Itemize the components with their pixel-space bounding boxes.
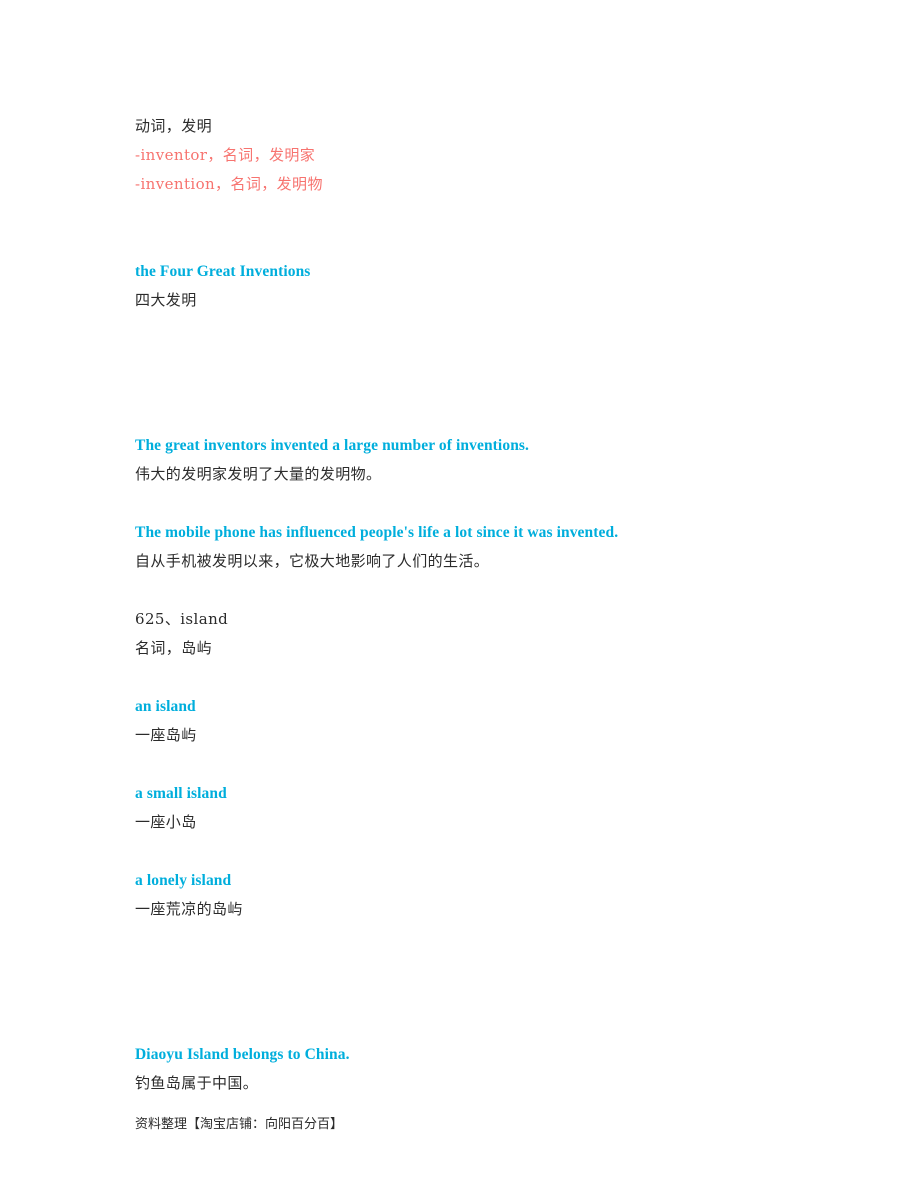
sentence-en-mobile-phone: The mobile phone has influenced people's… bbox=[135, 524, 619, 541]
phrase-en-four-great-inventions: the Four Great Inventions bbox=[135, 263, 311, 280]
part-of-speech-line: 动词，发明 bbox=[135, 117, 213, 135]
document-page: 动词，发明 -inventor，名词，发明家 -invention，名词，发明物… bbox=[0, 0, 920, 1191]
sentence-en-great-inventors: The great inventors invented a large num… bbox=[135, 437, 530, 454]
part-of-speech-line-island: 名词，岛屿 bbox=[135, 639, 213, 657]
phrase-cn-an-island: 一座岛屿 bbox=[135, 726, 197, 744]
page-footer-credit: 资料整理【淘宝店铺：向阳百分百】 bbox=[135, 1117, 344, 1132]
derivative-invention: -invention，名词，发明物 bbox=[135, 175, 323, 193]
headword-island: 625、island bbox=[135, 610, 229, 628]
sentence-cn-great-inventors: 伟大的发明家发明了大量的发明物。 bbox=[135, 465, 382, 483]
phrase-en-a-lonely-island: a lonely island bbox=[135, 872, 232, 889]
derivative-inventor: -inventor，名词，发明家 bbox=[135, 146, 316, 164]
sentence-en-diaoyu-island: Diaoyu Island belongs to China. bbox=[135, 1046, 350, 1063]
entry-island: 625、island 名词，岛屿 an island 一座岛屿 a small … bbox=[135, 605, 795, 1098]
document-body: 动词，发明 -inventor，名词，发明家 -invention，名词，发明物… bbox=[135, 112, 795, 1098]
sentence-cn-mobile-phone: 自从手机被发明以来，它极大地影响了人们的生活。 bbox=[135, 552, 490, 570]
phrase-cn-four-great-inventions: 四大发明 bbox=[135, 291, 197, 309]
entry-invent: 动词，发明 -inventor，名词，发明家 -invention，名词，发明物… bbox=[135, 112, 795, 576]
phrase-en-a-small-island: a small island bbox=[135, 785, 227, 802]
phrase-cn-a-small-island: 一座小岛 bbox=[135, 813, 197, 831]
sentence-cn-diaoyu-island: 钓鱼岛属于中国。 bbox=[135, 1074, 259, 1092]
phrase-cn-a-lonely-island: 一座荒凉的岛屿 bbox=[135, 900, 243, 918]
phrase-en-an-island: an island bbox=[135, 698, 196, 715]
